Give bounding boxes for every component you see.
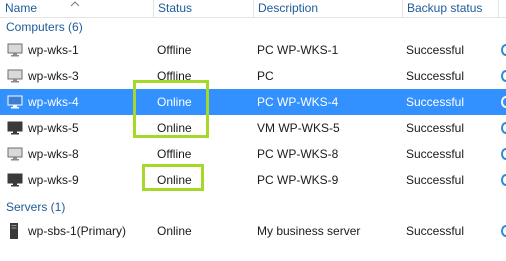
backup-health-icon [501, 148, 506, 160]
backup-health-icon [501, 225, 506, 237]
column-header-name-label: Name [5, 1, 38, 15]
table-row[interactable]: wp-wks-1 Offline PC WP-WKS-1 Successful [0, 37, 506, 63]
table-row[interactable]: wp-wks-8 Offline PC WP-WKS-8 Successful [0, 141, 506, 167]
backup-health-icon [501, 44, 506, 56]
monitor-icon [7, 95, 23, 109]
backup-health-icon [501, 174, 506, 186]
monitor-icon [7, 43, 23, 57]
group-header-computers[interactable]: Computers (6) [0, 17, 506, 37]
status-text: Offline [157, 43, 192, 57]
group-header-servers[interactable]: Servers (1) [0, 197, 506, 217]
table-row-selected[interactable]: wp-wks-4 Online PC WP-WKS-4 Successful [0, 89, 506, 115]
status-text: Online [157, 224, 192, 238]
column-header-bar: Name Status Description Backup status [0, 0, 506, 18]
column-header-status-label: Status [158, 1, 193, 15]
column-header-status[interactable]: Status [153, 0, 253, 17]
annotation-highlight-box [142, 164, 204, 191]
column-header-description[interactable]: Description [253, 0, 402, 17]
group-label: Servers (1) [6, 200, 66, 214]
group-label: Computers (6) [6, 20, 83, 34]
table-row[interactable]: wp-sbs-1(Primary) Online My business ser… [0, 218, 506, 244]
computer-name: wp-wks-8 [28, 147, 79, 161]
table-row[interactable]: wp-wks-9 Online PC WP-WKS-9 Successful [0, 167, 506, 193]
backup-health-icon [501, 122, 506, 134]
column-divider[interactable] [498, 0, 499, 17]
column-header-description-label: Description [258, 1, 319, 15]
backup-status-text: Successful [406, 121, 465, 135]
table-row[interactable]: wp-wks-5 Online VM WP-WKS-5 Successful [0, 115, 506, 141]
description-text: PC [257, 69, 274, 83]
computers-list-view[interactable]: Name Status Description Backup status Co… [0, 0, 506, 261]
backup-health-icon [501, 70, 506, 82]
server-name: wp-sbs-1(Primary) [28, 224, 127, 238]
description-text: PC WP-WKS-4 [257, 95, 339, 109]
computer-name: wp-wks-1 [28, 43, 79, 57]
backup-status-text: Successful [406, 69, 465, 83]
computer-name: wp-wks-3 [28, 69, 79, 83]
backup-status-text: Successful [406, 95, 465, 109]
monitor-icon [7, 147, 23, 161]
computer-name: wp-wks-4 [28, 95, 79, 109]
annotation-highlight-box [133, 80, 209, 138]
computer-name: wp-wks-5 [28, 121, 79, 135]
description-text: My business server [257, 224, 361, 238]
column-header-backup-status-label: Backup status [407, 1, 483, 15]
server-tower-icon [10, 223, 18, 239]
monitor-icon [7, 69, 23, 83]
monitor-icon [7, 173, 23, 187]
backup-status-text: Successful [406, 224, 465, 238]
column-header-backup-status[interactable]: Backup status [402, 0, 498, 17]
table-row[interactable]: wp-wks-3 Offline PC Successful [0, 63, 506, 89]
description-text: VM WP-WKS-5 [257, 121, 340, 135]
description-text: PC WP-WKS-9 [257, 173, 339, 187]
description-text: PC WP-WKS-1 [257, 43, 339, 57]
backup-health-icon [501, 96, 506, 108]
computer-name: wp-wks-9 [28, 173, 79, 187]
description-text: PC WP-WKS-8 [257, 147, 339, 161]
sort-ascending-icon [70, 1, 80, 7]
backup-status-text: Successful [406, 43, 465, 57]
monitor-icon [7, 121, 23, 135]
backup-status-text: Successful [406, 147, 465, 161]
backup-status-text: Successful [406, 173, 465, 187]
